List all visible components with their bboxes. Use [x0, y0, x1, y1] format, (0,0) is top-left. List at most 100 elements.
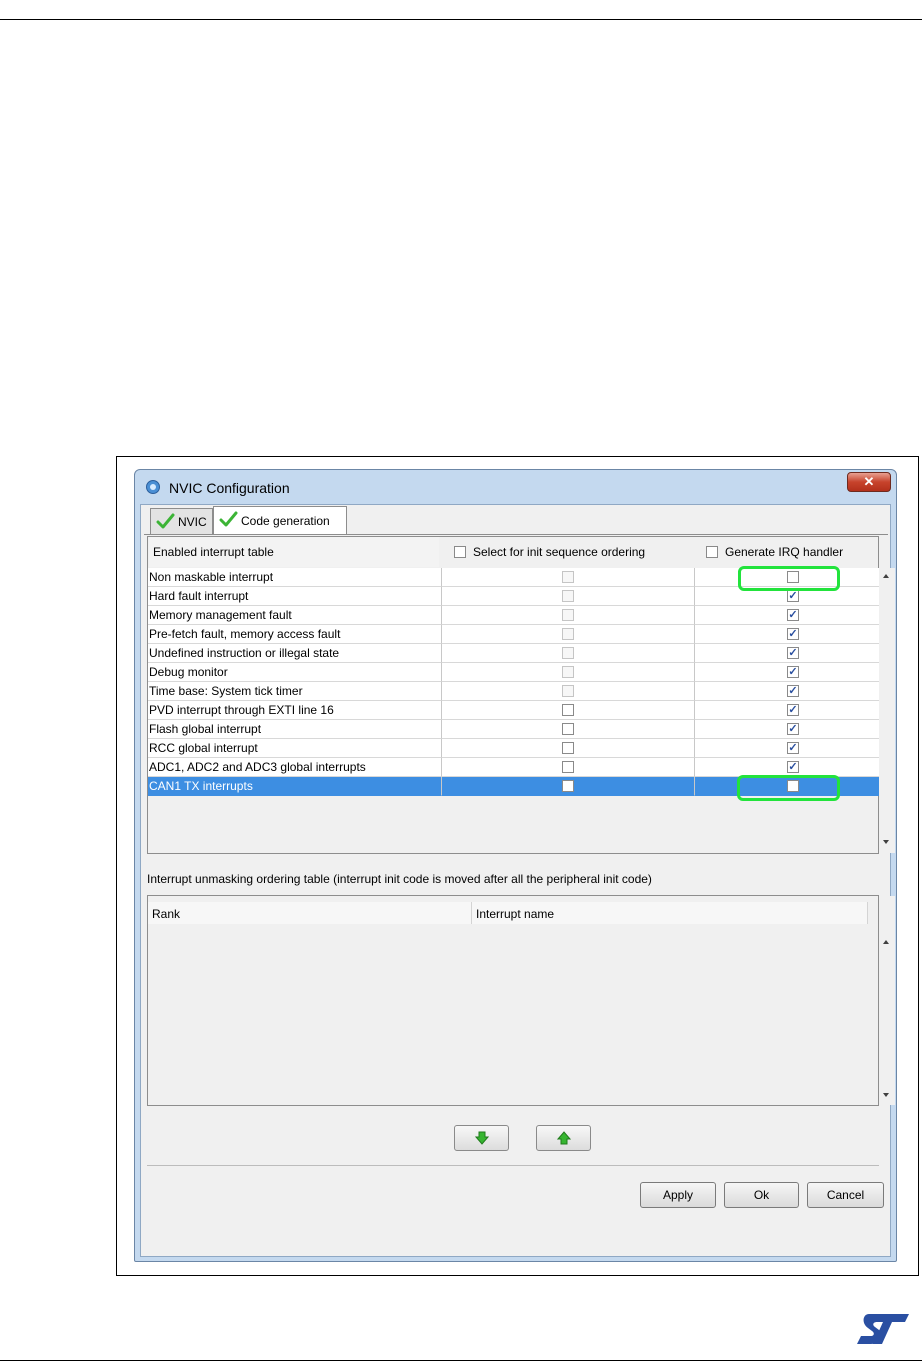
close-button[interactable]: ✕: [847, 472, 891, 492]
irq-handler-cell: ✓: [695, 682, 879, 701]
irq-handler-checkbox[interactable]: ✓: [787, 685, 799, 697]
init-seq-checkbox: [562, 571, 574, 583]
column-header-generate-irq: Generate IRQ handler: [725, 545, 844, 559]
irq-handler-cell: ✓: [695, 606, 879, 625]
cancel-button[interactable]: Cancel: [807, 1182, 884, 1208]
column-header-interrupt-name: Interrupt name: [472, 902, 868, 924]
dialog-client-area: NVIC Code generation Enabled interrupt t…: [140, 504, 895, 1257]
scroll-down-icon[interactable]: [883, 1093, 889, 1097]
table-row[interactable]: RCC global interrupt ✓: [148, 739, 879, 758]
table-row[interactable]: Flash global interrupt ✓: [148, 720, 879, 739]
table-row[interactable]: PVD interrupt through EXTI line 16 ✓: [148, 701, 879, 720]
interrupt-unmasking-table: Rank Interrupt name: [147, 895, 895, 1106]
move-down-button[interactable]: [454, 1125, 509, 1151]
highlight-box: [737, 775, 840, 801]
init-seq-checkbox[interactable]: [562, 704, 574, 716]
tab-nvic[interactable]: NVIC: [150, 508, 213, 535]
scroll-down-icon[interactable]: [883, 840, 889, 844]
interrupt-name: Time base: System tick timer: [148, 682, 442, 701]
table-row[interactable]: Time base: System tick timer ✓: [148, 682, 879, 701]
irq-handler-checkbox[interactable]: ✓: [787, 666, 799, 678]
init-seq-cell: [442, 568, 695, 587]
upper-table-scrollbar[interactable]: [879, 568, 895, 853]
title-bar[interactable]: NVIC Configuration ✕: [135, 470, 896, 504]
init-seq-cell: [442, 606, 695, 625]
window-title: NVIC Configuration: [169, 480, 290, 496]
tab-code-generation-label: Code generation: [241, 514, 330, 528]
init-seq-cell: [442, 758, 695, 777]
interrupt-name: Pre-fetch fault, memory access fault: [148, 625, 442, 644]
init-seq-checkbox: [562, 666, 574, 678]
interrupt-name: Debug monitor: [148, 663, 442, 682]
init-seq-checkbox[interactable]: [562, 723, 574, 735]
irq-handler-checkbox[interactable]: ✓: [787, 609, 799, 621]
app-icon: [146, 480, 160, 494]
interrupt-name: Flash global interrupt: [148, 720, 442, 739]
table-row[interactable]: Undefined instruction or illegal state ✓: [148, 644, 879, 663]
green-arrow-up-icon: [557, 1131, 571, 1145]
button-separator: [147, 1165, 879, 1166]
move-up-button[interactable]: [536, 1125, 591, 1151]
irq-handler-cell: ✓: [695, 644, 879, 663]
column-header-enabled-interrupt: Enabled interrupt table: [149, 537, 439, 567]
irq-handler-checkbox[interactable]: ✓: [787, 723, 799, 735]
green-check-icon: [219, 511, 238, 527]
interrupt-name: Memory management fault: [148, 606, 442, 625]
irq-handler-checkbox[interactable]: ✓: [787, 742, 799, 754]
irq-handler-cell: ✓: [695, 701, 879, 720]
init-seq-checkbox: [562, 590, 574, 602]
init-seq-cell: [442, 739, 695, 758]
apply-button[interactable]: Apply: [640, 1182, 716, 1208]
irq-handler-cell: ✓: [695, 739, 879, 758]
interrupt-name: ADC1, ADC2 and ADC3 global interrupts: [148, 758, 442, 777]
column-header-init-sequence: Select for init sequence ordering: [473, 545, 646, 559]
init-seq-checkbox: [562, 647, 574, 659]
init-seq-checkbox[interactable]: [562, 761, 574, 773]
irq-handler-cell: ✓: [695, 663, 879, 682]
interrupt-name: Hard fault interrupt: [148, 587, 442, 606]
irq-handler-checkbox[interactable]: ✓: [787, 761, 799, 773]
irq-handler-cell: ✓: [695, 720, 879, 739]
interrupt-name: PVD interrupt through EXTI line 16: [148, 701, 442, 720]
init-seq-cell: [442, 625, 695, 644]
irq-handler-checkbox[interactable]: ✓: [787, 590, 799, 602]
page-top-rule: [0, 19, 922, 20]
generate-irq-header-checkbox[interactable]: [706, 546, 718, 558]
init-seq-cell: [442, 701, 695, 720]
init-seq-cell: [442, 663, 695, 682]
irq-handler-checkbox[interactable]: ✓: [787, 628, 799, 640]
table-row[interactable]: Pre-fetch fault, memory access fault ✓: [148, 625, 879, 644]
table-row[interactable]: Memory management fault ✓: [148, 606, 879, 625]
init-seq-checkbox[interactable]: [562, 742, 574, 754]
st-logo: [857, 1314, 909, 1344]
init-seq-cell: [442, 777, 695, 796]
scroll-up-icon[interactable]: [883, 940, 889, 944]
interrupt-name: CAN1 TX interrupts: [148, 777, 442, 796]
irq-handler-checkbox[interactable]: ✓: [787, 647, 799, 659]
init-seq-cell: [442, 682, 695, 701]
interrupt-name: Undefined instruction or illegal state: [148, 644, 442, 663]
init-seq-checkbox: [562, 609, 574, 621]
init-seq-checkbox: [562, 685, 574, 697]
lower-table-scrollbar[interactable]: [879, 896, 895, 1105]
init-seq-checkbox: [562, 628, 574, 640]
tab-divider: [144, 534, 888, 535]
nvic-configuration-window: NVIC Configuration ✕ NVIC Code generatio…: [134, 469, 897, 1262]
green-arrow-down-icon: [475, 1131, 489, 1145]
interrupt-name: RCC global interrupt: [148, 739, 442, 758]
init-seq-checkbox[interactable]: [562, 780, 574, 792]
green-check-icon: [156, 513, 175, 529]
init-seq-cell: [442, 587, 695, 606]
init-seq-cell: [442, 644, 695, 663]
interrupt-name: Non maskable interrupt: [148, 568, 442, 587]
scroll-up-icon[interactable]: [883, 574, 889, 578]
init-seq-cell: [442, 720, 695, 739]
tab-nvic-label: NVIC: [178, 515, 207, 529]
ok-button[interactable]: Ok: [724, 1182, 799, 1208]
irq-handler-cell: ✓: [695, 625, 879, 644]
highlight-box: [738, 566, 840, 591]
irq-handler-checkbox[interactable]: ✓: [787, 704, 799, 716]
tab-code-generation[interactable]: Code generation: [213, 506, 347, 535]
select-init-sequence-header-checkbox[interactable]: [454, 546, 466, 558]
table-row[interactable]: Debug monitor ✓: [148, 663, 879, 682]
